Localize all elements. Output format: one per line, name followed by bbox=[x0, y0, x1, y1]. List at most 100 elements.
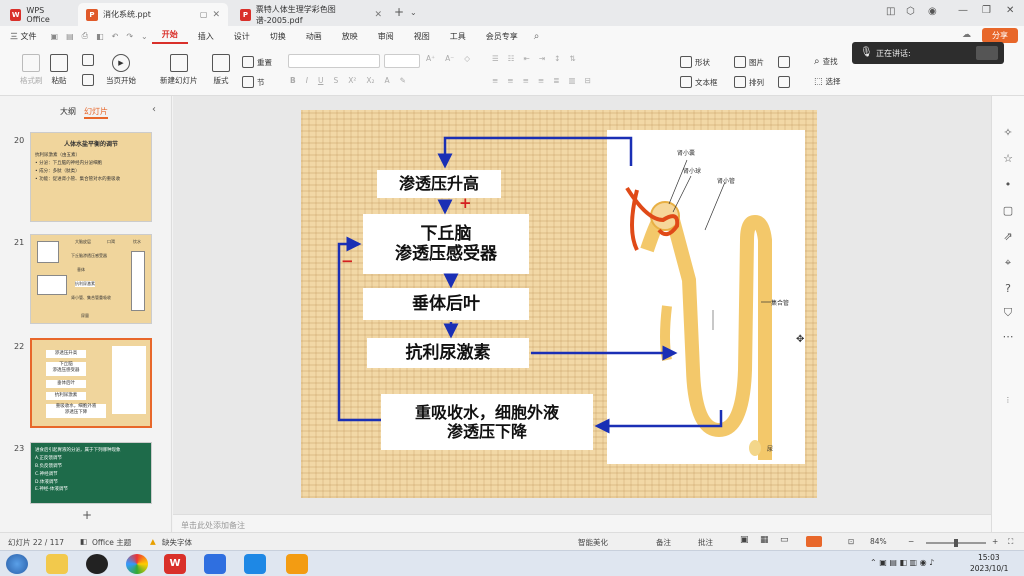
bullets-icon[interactable]: ☰ bbox=[492, 54, 499, 63]
font-size-select[interactable] bbox=[384, 54, 420, 68]
file-menu[interactable]: 三 文件 bbox=[0, 31, 47, 42]
avatar[interactable]: ◉ bbox=[928, 6, 937, 17]
print-icon[interactable]: ⎙ bbox=[82, 31, 88, 41]
menu-transition[interactable]: 切换 bbox=[260, 31, 296, 42]
section-button[interactable]: 节 bbox=[242, 76, 265, 88]
menu-member[interactable]: 会员专享 bbox=[476, 31, 528, 42]
numbering-icon[interactable]: ☷ bbox=[508, 54, 515, 63]
fullscreen-icon[interactable]: ⛶ bbox=[1008, 537, 1013, 547]
superscript-icon[interactable]: X² bbox=[348, 76, 356, 85]
export-pdf-icon[interactable]: ▤ bbox=[66, 32, 74, 41]
search-icon[interactable]: ⌕ bbox=[534, 31, 540, 42]
reading-view-icon[interactable]: ▭ bbox=[780, 535, 789, 545]
sidebar-shield-icon[interactable]: ⛉ bbox=[1000, 306, 1016, 320]
select-button[interactable]: ⬚ 选择 bbox=[814, 76, 841, 87]
more-icon[interactable]: ⌄ bbox=[141, 32, 148, 41]
layout-icon[interactable]: ◫ bbox=[886, 6, 895, 17]
tab-slides[interactable]: 幻灯片 bbox=[84, 106, 108, 119]
menu-design[interactable]: 设计 bbox=[224, 31, 260, 42]
text-direction-icon[interactable]: ⇅ bbox=[569, 54, 575, 63]
skin-icon[interactable]: ⬡ bbox=[906, 6, 915, 17]
redo-icon[interactable]: ↷ bbox=[126, 32, 133, 41]
sidebar-help-icon[interactable]: ? bbox=[1000, 282, 1016, 295]
menu-start[interactable]: 开始 bbox=[151, 29, 188, 44]
textbox-button[interactable]: 文本框 bbox=[680, 76, 718, 88]
format-painter-button[interactable]: 格式刷 bbox=[20, 54, 43, 86]
menu-review[interactable]: 审阅 bbox=[368, 31, 404, 42]
minimize-icon[interactable]: — bbox=[958, 5, 968, 16]
find-button[interactable]: ⌕ 查找 bbox=[814, 56, 838, 67]
menu-tools[interactable]: 工具 bbox=[440, 31, 476, 42]
distribute-icon[interactable]: ≣ bbox=[553, 76, 559, 85]
fill-icon[interactable] bbox=[778, 56, 790, 68]
float-window-icon[interactable]: ▢ bbox=[200, 10, 208, 19]
font-color-icon[interactable]: A bbox=[385, 76, 390, 85]
slide-thumb-20[interactable]: 人体水盐平衡的调节 抗利尿激素（由五素） • 分泌：下丘脑的神经内分泌细胞 • … bbox=[30, 132, 152, 222]
line-spacing-icon[interactable]: ↕ bbox=[554, 54, 560, 63]
sidebar-more-icon[interactable]: ⋯ bbox=[1000, 330, 1016, 343]
bold-icon[interactable]: B bbox=[290, 76, 296, 85]
slide-22[interactable]: 渗透压升高 下丘脑 渗透压感受器 垂体后叶 抗利尿激素 重吸收水，细胞外液 渗透… bbox=[301, 110, 817, 498]
qq-icon[interactable] bbox=[86, 554, 108, 574]
clear-format-icon[interactable]: ◇ bbox=[464, 54, 470, 63]
zoom-in-icon[interactable]: + bbox=[992, 537, 998, 546]
outline-icon[interactable] bbox=[778, 76, 790, 88]
underline-icon[interactable]: U bbox=[318, 76, 324, 85]
highlight-icon[interactable]: ✎ bbox=[400, 76, 406, 85]
shrink-font-icon[interactable]: A⁻ bbox=[445, 54, 454, 63]
justify-icon[interactable]: ≡ bbox=[538, 76, 544, 85]
italic-icon[interactable]: I bbox=[306, 76, 308, 85]
recorder-icon[interactable] bbox=[286, 554, 308, 574]
font-family-select[interactable] bbox=[288, 54, 380, 68]
normal-view-icon[interactable]: ▣ bbox=[740, 535, 749, 545]
feishu-icon[interactable] bbox=[244, 554, 266, 574]
slide-thumb-23[interactable]: 进食后引起胃液的分泌，属于下列哪种现象 A.正反馈调节 B.负反馈调节 C.神经… bbox=[30, 442, 152, 504]
arrange-button[interactable]: 排列 bbox=[734, 76, 764, 88]
slide-thumb-21[interactable]: 大脑皮层 口渴 饮水 下丘脑渗透压感受器 垂体 抗利尿激素 肾小管、集合管重吸收… bbox=[30, 234, 152, 324]
menu-slideshow[interactable]: 放映 bbox=[332, 31, 368, 42]
strike-icon[interactable]: S bbox=[333, 76, 338, 85]
notes-toggle[interactable]: 备注 bbox=[656, 537, 671, 548]
close-window-icon[interactable]: ✕ bbox=[1006, 5, 1014, 16]
sidebar-expand-icon[interactable]: ⋮ bbox=[1000, 396, 1016, 404]
close-tab-icon[interactable]: ✕ bbox=[212, 10, 220, 20]
wps-taskbar-icon[interactable]: W bbox=[164, 554, 186, 574]
tray-icons[interactable]: ⌃ ▣ ▤ ◧ ▥ ◉ ♪ bbox=[870, 558, 934, 567]
sidebar-trend-icon[interactable]: ⇗ bbox=[1000, 230, 1016, 243]
close-tab-icon[interactable]: ✕ bbox=[374, 10, 382, 20]
align-right-icon[interactable]: ≡ bbox=[523, 76, 529, 85]
start-button[interactable] bbox=[6, 554, 28, 574]
theme-label[interactable]: Office 主题 bbox=[92, 537, 131, 548]
notes-area[interactable]: 单击此处添加备注 bbox=[173, 514, 991, 532]
app-icon[interactable] bbox=[204, 554, 226, 574]
align-left-icon[interactable]: ≡ bbox=[492, 76, 498, 85]
sidebar-location-icon[interactable]: ⌖ bbox=[1000, 256, 1016, 270]
sidebar-dot-icon[interactable]: • bbox=[1000, 178, 1016, 191]
sidebar-star-icon[interactable]: ☆ bbox=[1000, 152, 1016, 165]
layout-button[interactable]: 版式 bbox=[212, 54, 230, 86]
share-button[interactable]: 分享 bbox=[982, 28, 1018, 43]
zoom-slider-thumb[interactable] bbox=[954, 539, 958, 547]
shape-button[interactable]: 形状 bbox=[680, 56, 710, 68]
collapse-panel-icon[interactable]: ‹ bbox=[152, 104, 156, 115]
valign-icon[interactable]: ⊟ bbox=[585, 76, 591, 85]
tab-ppt[interactable]: P 消化系统.ppt ▢ ✕ bbox=[78, 3, 228, 26]
save-icon[interactable]: ▣ bbox=[51, 32, 59, 41]
picture-button[interactable]: 图片 bbox=[734, 56, 764, 68]
sorter-view-icon[interactable]: ▦ bbox=[760, 535, 769, 545]
reset-button[interactable]: 重置 bbox=[242, 56, 272, 68]
subscript-icon[interactable]: X₂ bbox=[366, 76, 374, 85]
slideshow-button[interactable] bbox=[806, 536, 822, 547]
undo-icon[interactable]: ↶ bbox=[112, 32, 119, 41]
indent-more-icon[interactable]: ⇥ bbox=[539, 54, 545, 63]
slide-thumb-22[interactable]: 渗透压升高 下丘脑 渗透压感受器 垂体后叶 抗利尿激素 重吸收水，细胞外液 渗透压下… bbox=[30, 338, 152, 428]
new-slide-button[interactable]: 新建幻灯片 bbox=[160, 54, 198, 86]
menu-animation[interactable]: 动画 bbox=[296, 31, 332, 42]
fit-icon[interactable]: ⊡ bbox=[848, 537, 854, 546]
sidebar-sparkle-icon[interactable]: ✧ bbox=[1000, 126, 1016, 139]
menu-insert[interactable]: 插入 bbox=[188, 31, 224, 42]
tab-dropdown-icon[interactable]: ⌄ bbox=[410, 8, 417, 17]
new-tab-button[interactable]: + bbox=[394, 5, 404, 19]
grow-font-icon[interactable]: A⁺ bbox=[426, 54, 435, 63]
columns-icon[interactable]: ▥ bbox=[568, 76, 575, 85]
